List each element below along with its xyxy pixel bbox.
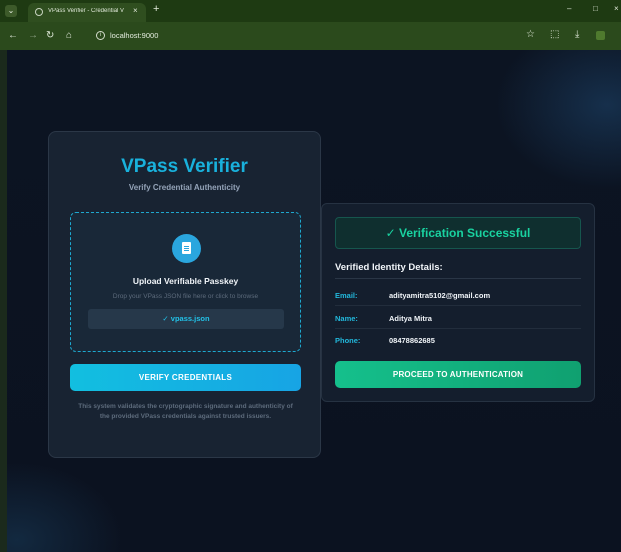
verify-credentials-button[interactable]: VERIFY CREDENTIALS bbox=[70, 364, 301, 391]
new-tab-icon[interactable]: + bbox=[153, 3, 159, 15]
file-dropzone[interactable]: Upload Verifiable Passkey Drop your VPas… bbox=[70, 212, 301, 352]
proceed-to-authentication-button[interactable]: PROCEED TO AUTHENTICATION bbox=[335, 361, 581, 388]
verification-result-card: ✓ Verification Successful Verified Ident… bbox=[321, 203, 595, 402]
maximize-icon[interactable]: □ bbox=[593, 4, 598, 13]
home-icon[interactable]: ⌂ bbox=[66, 30, 72, 41]
forward-icon[interactable]: → bbox=[28, 30, 38, 41]
url-text: localhost:9000 bbox=[110, 31, 159, 40]
tab-search-icon[interactable]: ⌄ bbox=[5, 5, 17, 17]
phone-value: 08478862685 bbox=[389, 336, 435, 345]
upload-title: Upload Verifiable Passkey bbox=[132, 276, 239, 286]
tab-title: VPass Verifier - Credential Verif bbox=[48, 8, 124, 14]
download-icon[interactable]: ⤓ bbox=[575, 29, 579, 40]
detail-row-email: Email: adityamitra5102@gmail.com bbox=[335, 285, 581, 306]
url-field[interactable]: i localhost:9000 bbox=[87, 26, 542, 46]
details-title: Verified Identity Details: bbox=[335, 262, 443, 273]
email-value: adityamitra5102@gmail.com bbox=[389, 291, 491, 300]
phone-label: Phone: bbox=[335, 336, 361, 345]
success-banner: ✓ Verification Successful bbox=[335, 217, 581, 249]
verifier-card: VPass Verifier Verify Credential Authent… bbox=[48, 131, 321, 458]
bookmark-star-icon[interactable]: ☆ bbox=[526, 29, 535, 40]
name-value: Aditya Mitra bbox=[389, 314, 432, 323]
browser-tab[interactable]: VPass Verifier - Credential Verif × bbox=[28, 3, 146, 22]
back-icon[interactable]: ← bbox=[8, 30, 18, 41]
address-bar: ← → ↻ ⌂ i localhost:9000 ☆ ⬚ ⤓ bbox=[0, 22, 621, 50]
upload-hint: Drop your VPass JSON file here or click … bbox=[112, 293, 259, 300]
details-divider bbox=[335, 278, 581, 279]
name-label: Name: bbox=[335, 314, 358, 323]
tab-close-icon[interactable]: × bbox=[133, 6, 138, 15]
document-icon bbox=[172, 234, 201, 263]
minimize-icon[interactable]: – bbox=[567, 4, 571, 13]
page-viewport: VPass Verifier Verify Credential Authent… bbox=[7, 50, 621, 552]
extension-icon[interactable] bbox=[596, 31, 605, 40]
selected-file-chip: ✓ vpass.json bbox=[88, 309, 284, 329]
tab-favicon-icon bbox=[35, 8, 43, 16]
detail-row-phone: Phone: 08478862685 bbox=[335, 330, 581, 351]
detail-row-name: Name: Aditya Mitra bbox=[335, 308, 581, 329]
reload-icon[interactable]: ↻ bbox=[46, 30, 54, 41]
close-window-icon[interactable]: × bbox=[614, 4, 619, 13]
extensions-icon[interactable]: ⬚ bbox=[550, 29, 559, 40]
site-info-icon[interactable]: i bbox=[96, 31, 105, 40]
browser-tab-bar: ⌄ VPass Verifier - Credential Verif × + … bbox=[0, 0, 621, 22]
app-title: VPass Verifier bbox=[121, 156, 248, 177]
footnote-text: This system validates the cryptographic … bbox=[78, 403, 293, 420]
app-subtitle: Verify Credential Authenticity bbox=[128, 183, 241, 192]
email-label: Email: bbox=[335, 291, 358, 300]
